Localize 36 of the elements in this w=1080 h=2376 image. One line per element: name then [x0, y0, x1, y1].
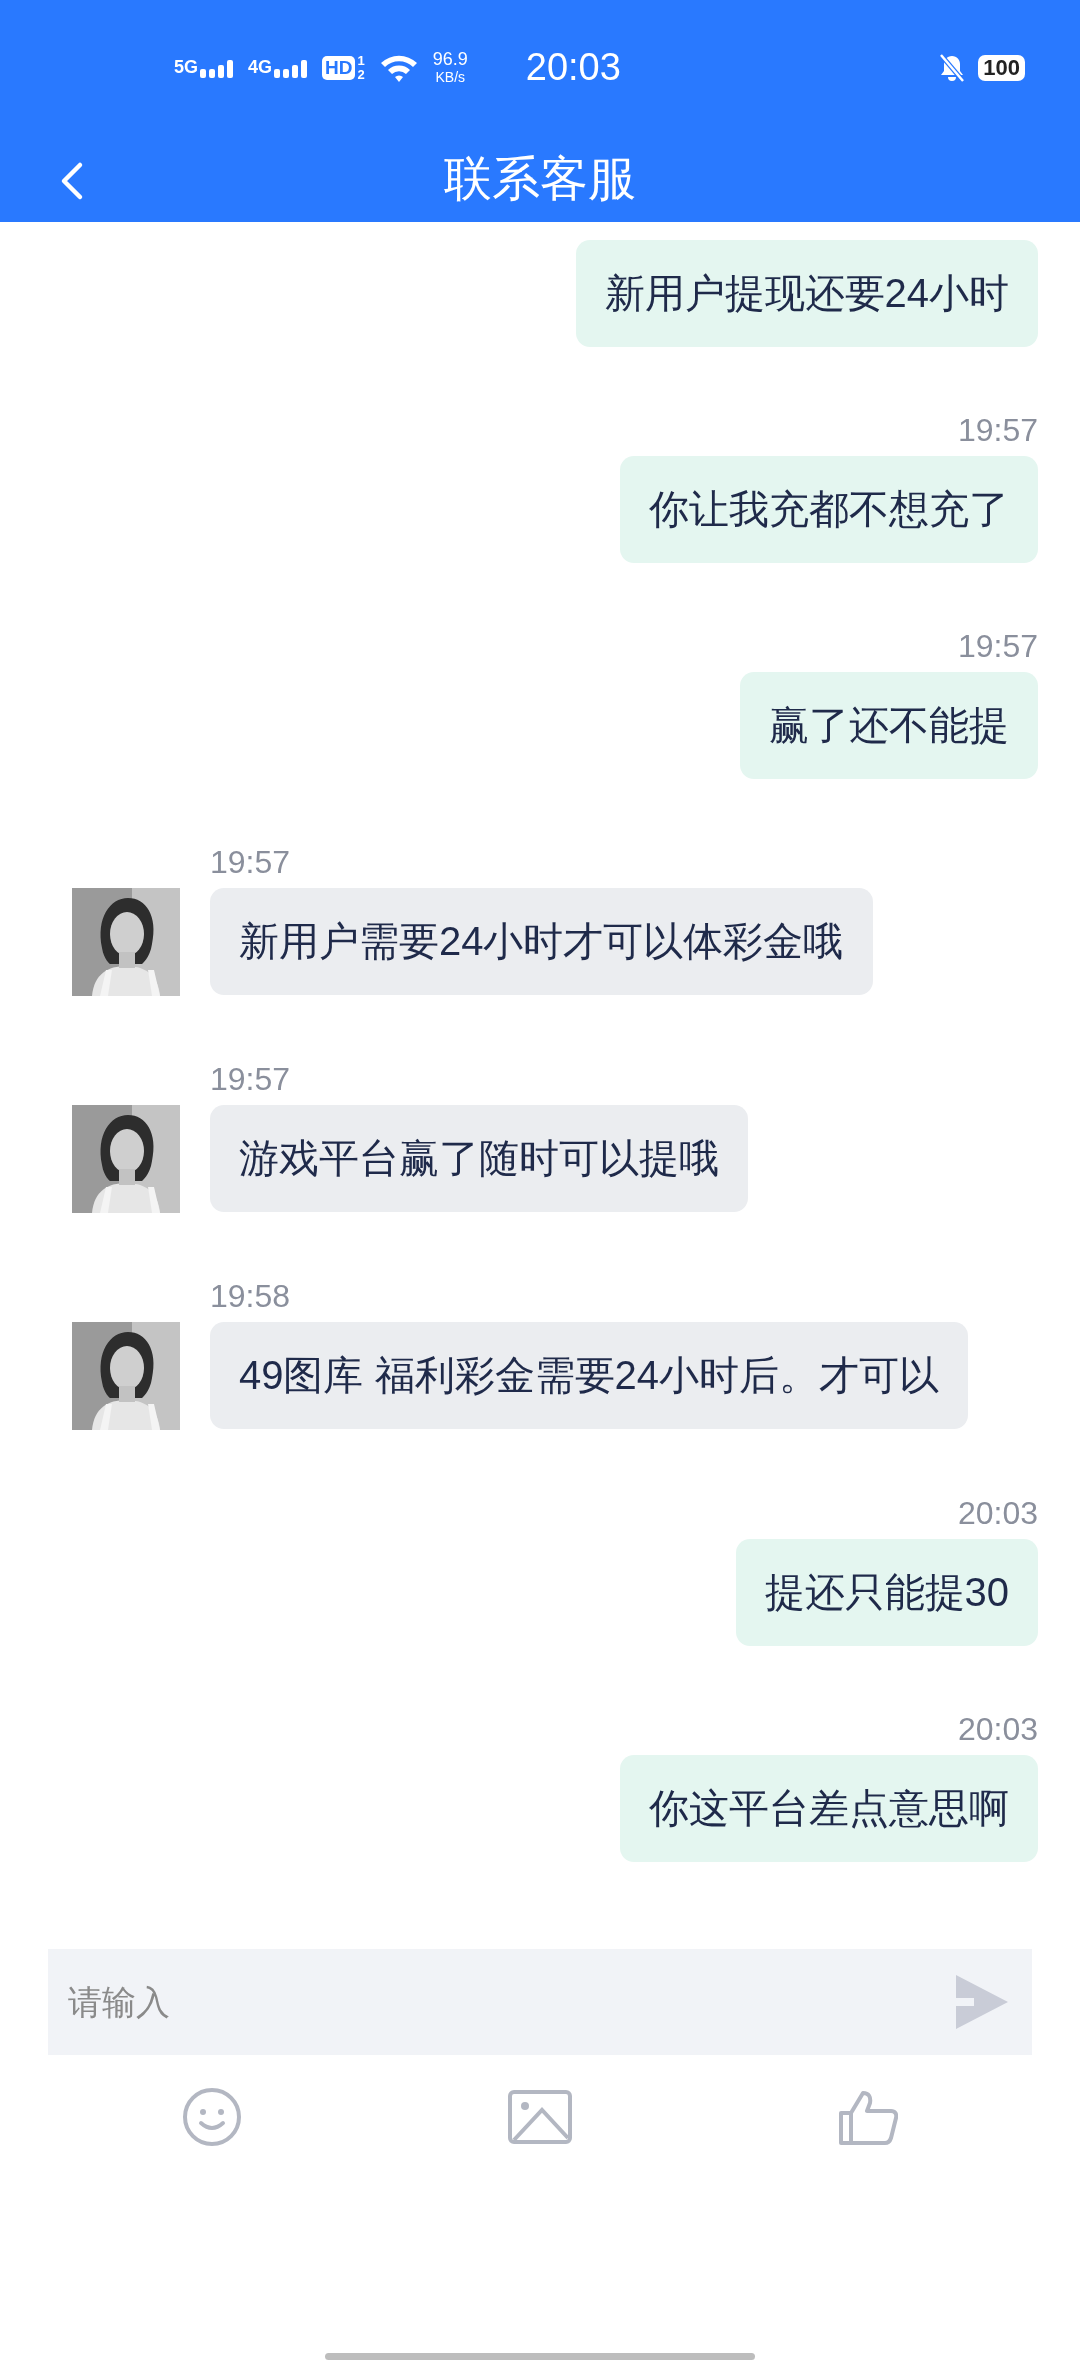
- bell-muted-icon: [938, 52, 967, 83]
- user-message-bubble: 新用户提现还要24小时: [575, 240, 1038, 347]
- message-time: 19:57: [957, 627, 1038, 666]
- message-field[interactable]: 请输入: [48, 1949, 1032, 2055]
- sim-number: 2: [357, 67, 365, 82]
- message-time: 20:03: [957, 1710, 1038, 1749]
- image-button[interactable]: [508, 2090, 572, 2144]
- back-chevron-icon: [60, 161, 84, 201]
- speed-unit: KB/s: [435, 67, 466, 86]
- message-time: 19:57: [210, 843, 291, 882]
- speed-value: 96.9: [432, 49, 468, 68]
- user-message-bubble: 你这平台差点意思啊: [620, 1755, 1038, 1862]
- agent-message-bubble: 游戏平台赢了随时可以提哦: [210, 1105, 748, 1212]
- send-button[interactable]: [954, 1973, 1008, 2031]
- page-title: 联系客服: [444, 150, 636, 207]
- home-indicator[interactable]: [325, 2353, 755, 2360]
- network-label: 4G: [248, 57, 273, 78]
- sim-number: 1: [357, 53, 365, 68]
- signal-icon: [274, 60, 309, 78]
- hd-badge: HD: [322, 55, 356, 80]
- message-time: 20:03: [957, 1494, 1038, 1533]
- clock-time: 20:03: [525, 46, 621, 89]
- emoji-button[interactable]: [181, 2086, 243, 2148]
- message-input[interactable]: 请输入: [66, 1981, 954, 2023]
- user-message-bubble: 赢了还不能提: [740, 672, 1038, 779]
- agent-message-bubble: 49图库 福利彩金需要24小时后。才可以: [210, 1322, 969, 1429]
- network-label: 5G: [174, 57, 198, 78]
- message-time: 19:57: [957, 411, 1038, 450]
- message-time: 19:58: [210, 1277, 291, 1316]
- user-message-bubble: 提还只能提30: [735, 1539, 1038, 1646]
- battery-level: 100: [978, 54, 1025, 81]
- thumbs-up-button[interactable]: [838, 2089, 898, 2145]
- user-message-bubble: 你让我充都不想充了: [620, 456, 1038, 563]
- agent-message-bubble: 新用户需要24小时才可以体彩金哦: [210, 888, 873, 995]
- message-time: 19:57: [210, 1060, 291, 1099]
- signal-icon: [200, 60, 234, 78]
